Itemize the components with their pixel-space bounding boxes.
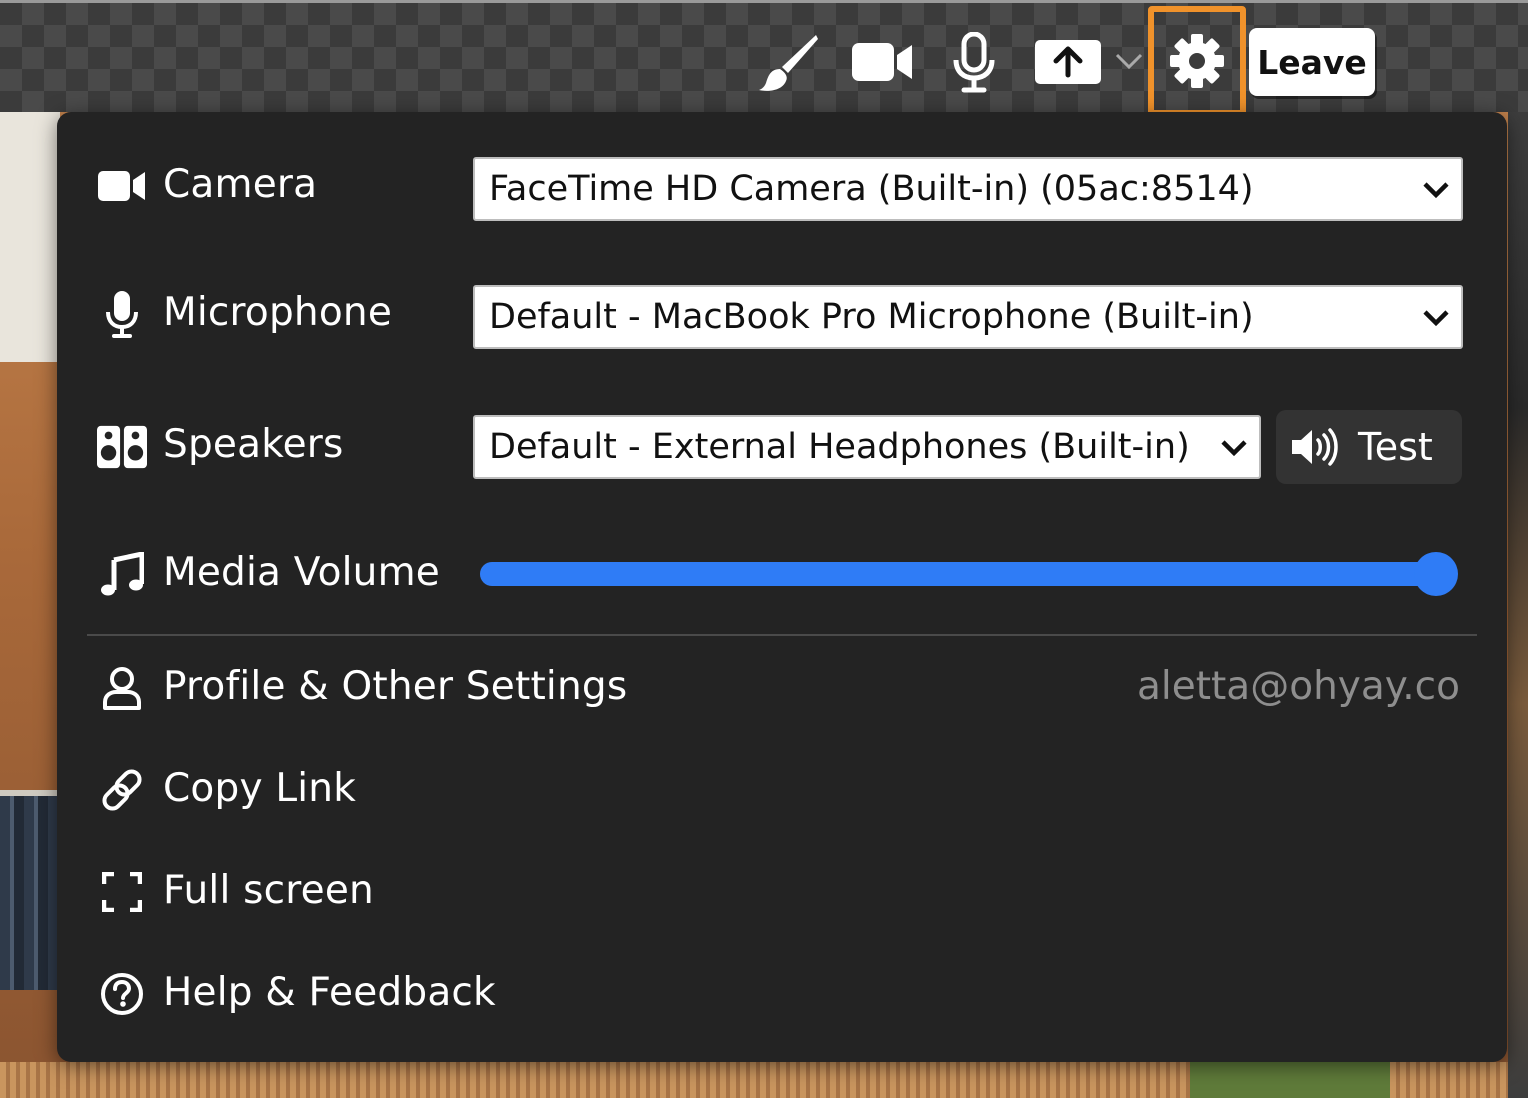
chevron-down-icon[interactable] [1112, 48, 1146, 74]
menu-item-help[interactable]: Help & Feedback [57, 966, 1507, 1022]
speakers-label: Speakers [163, 422, 344, 467]
microphone-row: Microphone Default - MacBook Pro Microph… [57, 282, 1507, 349]
speakers-select[interactable]: Default - External Headphones (Built-in) [473, 415, 1261, 479]
video-background-edge [1508, 112, 1528, 1098]
chevron-down-icon [1423, 182, 1449, 199]
user-icon [97, 663, 147, 713]
camera-row: Camera FaceTime HD Camera (Built-in) (05… [57, 154, 1507, 221]
microphone-select-value: Default - MacBook Pro Microphone (Built-… [489, 297, 1254, 337]
camera-select[interactable]: FaceTime HD Camera (Built-in) (05ac:8514… [473, 157, 1463, 221]
copy-link-label: Copy Link [163, 766, 356, 811]
menu-item-full-screen[interactable]: Full screen [57, 864, 1507, 920]
profile-settings-label: Profile & Other Settings [163, 664, 628, 709]
settings-panel: Camera FaceTime HD Camera (Built-in) (05… [57, 112, 1507, 1062]
user-email: aletta@ohyay.co [1137, 664, 1460, 709]
speakers-row: Speakers Default - External Headphones (… [57, 410, 1507, 484]
microphone-select[interactable]: Default - MacBook Pro Microphone (Built-… [473, 285, 1463, 349]
paintbrush-icon[interactable] [756, 32, 822, 94]
leave-button[interactable]: Leave [1249, 28, 1375, 96]
test-speakers-button[interactable]: Test [1276, 410, 1462, 484]
share-upload-icon[interactable] [1034, 38, 1102, 86]
gear-icon [1170, 34, 1224, 88]
speakers-select-value: Default - External Headphones (Built-in) [489, 427, 1190, 467]
fullscreen-icon [97, 867, 147, 917]
video-background-plant [1190, 1062, 1390, 1098]
video-camera-icon [97, 161, 147, 211]
help-circle-icon [97, 969, 147, 1019]
video-background-wall [0, 112, 60, 362]
microphone-icon [97, 289, 147, 339]
media-volume-row: Media Volume [57, 544, 1507, 604]
camera-select-value: FaceTime HD Camera (Built-in) (05ac:8514… [489, 169, 1254, 209]
video-camera-icon[interactable] [851, 38, 915, 86]
microphone-icon[interactable] [948, 30, 1000, 96]
link-icon [97, 765, 147, 815]
top-toolbar: Leave [0, 6, 1528, 116]
video-background-shelf [0, 790, 60, 990]
media-volume-slider[interactable] [480, 544, 1458, 604]
divider [87, 634, 1477, 636]
settings-button[interactable] [1148, 6, 1246, 116]
speaker-volume-icon [1290, 427, 1338, 467]
help-feedback-label: Help & Feedback [163, 970, 496, 1015]
media-volume-label: Media Volume [163, 550, 440, 595]
chevron-down-icon [1221, 440, 1247, 457]
test-button-label: Test [1358, 425, 1433, 469]
slider-thumb[interactable] [1413, 552, 1458, 596]
chevron-down-icon [1423, 310, 1449, 327]
microphone-label: Microphone [163, 290, 393, 335]
speakers-icon [97, 422, 147, 472]
camera-label: Camera [163, 162, 318, 207]
full-screen-label: Full screen [163, 868, 374, 913]
music-note-icon [97, 549, 147, 599]
menu-item-profile[interactable]: Profile & Other Settings aletta@ohyay.co [57, 660, 1507, 716]
menu-item-copy-link[interactable]: Copy Link [57, 762, 1507, 818]
slider-fill [480, 562, 1436, 586]
